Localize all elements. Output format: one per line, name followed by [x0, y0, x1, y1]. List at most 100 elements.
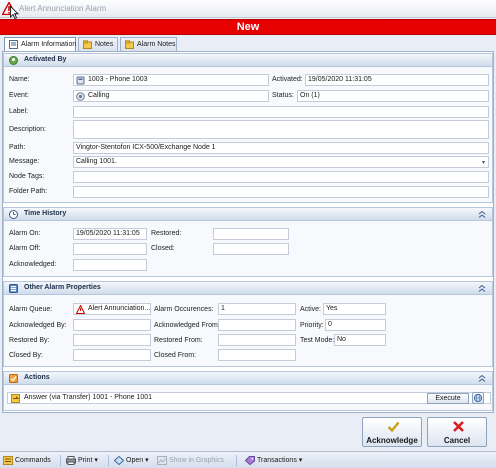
separator: [108, 455, 109, 466]
separator: [60, 455, 61, 466]
node-tags-field[interactable]: [73, 171, 489, 183]
commands-menu[interactable]: Commands: [3, 455, 51, 466]
restored-by-label: Restored By:: [9, 337, 50, 344]
separator: [236, 455, 237, 466]
alarm-occurrences-field[interactable]: 1: [218, 303, 296, 315]
group-title: Actions: [24, 374, 50, 381]
acknowledged-field[interactable]: [73, 259, 147, 271]
dropdown-arrow-icon: ▾: [145, 457, 149, 464]
acknowledged-label: Acknowledged:: [9, 261, 57, 268]
folder-path-field[interactable]: [73, 186, 489, 198]
active-field[interactable]: Yes: [323, 303, 386, 315]
action-info-button[interactable]: [472, 392, 484, 404]
alarm-queue-field[interactable]: Alert Annunciation...: [73, 303, 151, 315]
user-circle-icon: [9, 56, 18, 65]
closed-label: Closed:: [151, 245, 175, 252]
status-label: Status:: [272, 92, 294, 99]
status-field[interactable]: On (1): [297, 90, 489, 102]
checkmark-icon: [387, 421, 400, 433]
group-title: Other Alarm Properties: [24, 284, 101, 291]
window-title: Alert Annunciation Alarm: [19, 4, 107, 13]
priority-label: Priority:: [300, 322, 324, 329]
activated-by-header[interactable]: Activated By: [4, 54, 492, 67]
show-in-graphics-button[interactable]: Show in Graphics: [157, 455, 224, 466]
acknowledge-button[interactable]: Acknowledge: [362, 417, 422, 447]
activated-field[interactable]: 19/05/2020 11:31:05: [305, 74, 489, 86]
properties-icon: [9, 284, 18, 293]
alarm-information-panel: Activated By Name: 1003 - Phone 1003 Act…: [2, 51, 494, 413]
label-field[interactable]: [73, 106, 489, 118]
closed-from-field[interactable]: [218, 349, 296, 361]
alarm-on-label: Alarm On:: [9, 230, 41, 237]
restored-field[interactable]: [213, 228, 289, 240]
cancel-label: Cancel: [443, 436, 471, 445]
description-field[interactable]: [73, 120, 489, 139]
tab-notes[interactable]: Notes: [78, 37, 118, 51]
folder-icon: [83, 40, 92, 49]
cancel-button[interactable]: Cancel: [427, 417, 487, 447]
priority-field[interactable]: 0: [325, 319, 386, 331]
print-menu[interactable]: Print ▾: [66, 455, 98, 466]
test-mode-label: Test Mode:: [300, 337, 335, 344]
mouse-pointer-icon: [10, 6, 19, 19]
phone-icon: [76, 76, 85, 85]
test-mode-field[interactable]: No: [334, 334, 386, 346]
collapse-chevron-icon[interactable]: [478, 374, 486, 383]
path-label: Path:: [9, 144, 26, 151]
alarm-state-banner: New: [0, 19, 496, 35]
acknowledged-by-label: Acknowledged By:: [9, 322, 67, 329]
globe-icon: [473, 393, 483, 403]
alarm-queue-label: Alarm Queue:: [9, 306, 53, 313]
tab-label: Notes: [95, 41, 114, 48]
acknowledge-label: Acknowledge: [366, 436, 418, 445]
tab-label: Alarm Notes: [137, 41, 176, 48]
printer-icon: [66, 456, 76, 465]
clock-icon: [9, 210, 18, 219]
dropdown-arrow-icon[interactable]: ▾: [482, 158, 485, 167]
closed-from-label: Closed From:: [154, 352, 197, 359]
folder-path-label: Folder Path:: [9, 188, 48, 195]
closed-field[interactable]: [213, 243, 289, 255]
execute-button[interactable]: Execute: [427, 393, 469, 404]
alarm-on-field[interactable]: 19/05/2020 11:31:05: [73, 228, 147, 240]
action-list-item[interactable]: Answer (via Transfer) 1001 - Phone 1001: [7, 392, 491, 404]
event-field[interactable]: Calling: [73, 90, 269, 102]
name-label: Name:: [9, 76, 30, 83]
graphics-icon: [157, 456, 167, 465]
info-sheet-icon: [9, 40, 18, 49]
actions-header[interactable]: Actions: [4, 372, 492, 385]
collapse-chevron-icon[interactable]: [478, 210, 486, 219]
collapse-chevron-icon[interactable]: [478, 284, 486, 293]
title-bar: Alert Annunciation Alarm: [0, 0, 496, 18]
restored-label: Restored:: [151, 230, 182, 237]
restored-from-field[interactable]: [218, 334, 296, 346]
tab-alarm-notes[interactable]: Alarm Notes: [120, 37, 177, 51]
event-label: Event:: [9, 92, 29, 99]
calling-icon: [76, 92, 85, 101]
actions-group: Actions: [3, 371, 493, 411]
tab-label: Alarm Information: [21, 41, 77, 48]
name-field[interactable]: 1003 - Phone 1003: [73, 74, 269, 86]
acknowledged-from-field[interactable]: [218, 319, 296, 331]
actions-icon: [9, 374, 18, 383]
time-history-header[interactable]: Time History: [4, 208, 492, 221]
commands-icon: [3, 456, 13, 465]
folder-icon: [125, 40, 134, 49]
action-label: Answer (via Transfer) 1001 - Phone 1001: [24, 394, 153, 401]
alarm-off-field[interactable]: [73, 243, 147, 255]
alarm-occurrences-label: Alarm Occurences:: [154, 306, 214, 313]
tab-alarm-information[interactable]: Alarm Information: [4, 37, 76, 52]
other-alarm-properties-header[interactable]: Other Alarm Properties: [4, 282, 492, 295]
transfer-icon: [11, 394, 20, 403]
message-field[interactable]: Calling 1001. ▾: [73, 156, 489, 168]
acknowledged-from-label: Acknowledged From:: [154, 322, 220, 329]
restored-by-field[interactable]: [73, 334, 151, 346]
closed-by-field[interactable]: [73, 349, 151, 361]
transactions-menu[interactable]: Transactions ▾: [245, 455, 302, 466]
open-icon: [114, 456, 124, 465]
open-menu[interactable]: Open ▾: [114, 455, 149, 466]
path-field[interactable]: Vingtor-Stentofon ICX-500/Exchange Node …: [73, 142, 489, 154]
acknowledged-by-field[interactable]: [73, 319, 151, 331]
command-bar: Commands Print ▾ Open ▾ Show in Graphics…: [0, 451, 496, 468]
description-label: Description:: [9, 126, 46, 133]
